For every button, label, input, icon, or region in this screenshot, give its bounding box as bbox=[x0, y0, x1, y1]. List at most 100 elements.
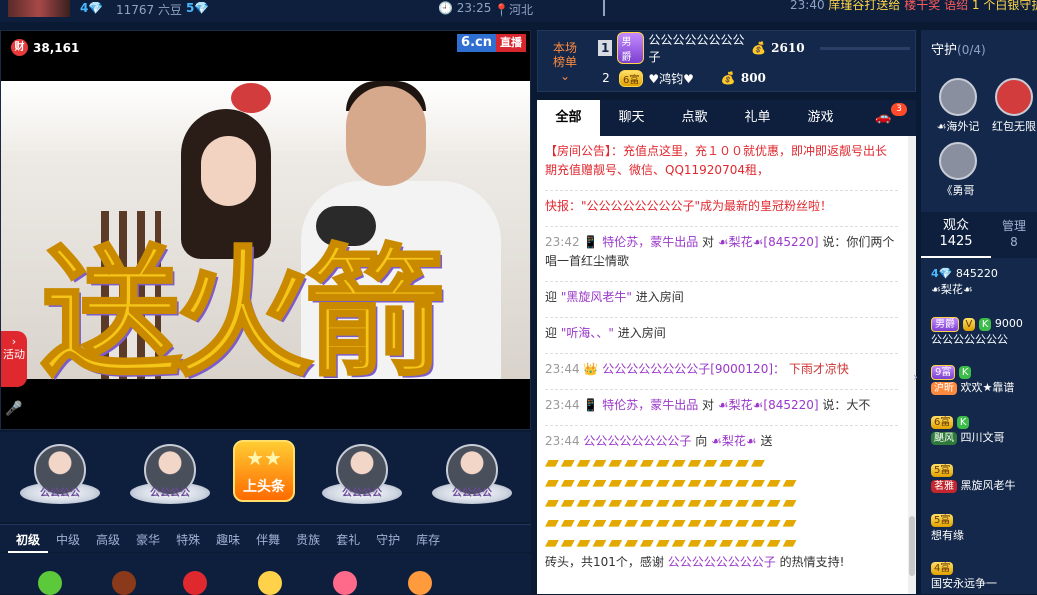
tab-manage[interactable]: 管理 8 bbox=[991, 212, 1037, 258]
audience-user[interactable]: 4💎 845220 ☙梨花☙ bbox=[931, 266, 1037, 298]
gift-item[interactable] bbox=[38, 571, 62, 595]
level-left: 4💎 bbox=[80, 1, 104, 15]
brand-logo: 6.cn 直播 bbox=[457, 34, 526, 52]
tab-guard[interactable]: 守护 bbox=[368, 525, 408, 553]
k-badge: K bbox=[958, 366, 972, 379]
gift-category-tabs: 初级 中级 高级 豪华 特殊 趣味 伴舞 贵族 套礼 守护 库存 bbox=[0, 524, 531, 553]
right-panel: 守护(0/4) ☙海外记 红包无限 《勇哥 观众 1425 管理 8 4💎 8452… bbox=[913, 30, 1037, 594]
k-badge: K bbox=[978, 318, 992, 331]
audience-user[interactable]: 6富 K 颶风 四川文哥 bbox=[931, 414, 1037, 446]
chat-panel: 全部 聊天 点歌 礼单 游戏 🚗 3 【房间公告】：充值点这里，充１００就优惠，… bbox=[537, 100, 916, 594]
ranking-label[interactable]: 本场 榜单 ⌄ bbox=[544, 41, 586, 83]
gift-avatar[interactable]: 公公公公 bbox=[424, 440, 520, 514]
chat-message: 23:42 📱 特伦苏，蒙牛出品 对 ☙梨花☙[845220] 说：你们两个唱一… bbox=[545, 226, 898, 271]
guard-user[interactable]: 红包无限 bbox=[987, 78, 1037, 134]
chat-user[interactable]: 公公公公公公公公子[9000120]： bbox=[602, 362, 785, 376]
tab-songs[interactable]: 点歌 bbox=[663, 100, 726, 136]
gift-items bbox=[0, 553, 531, 595]
chat-user[interactable]: 特伦苏，蒙牛出品 bbox=[602, 235, 698, 249]
microphone bbox=[316, 206, 376, 246]
chat-user[interactable]: ☙梨花☙[845220] bbox=[718, 398, 819, 412]
mic-icon[interactable]: 🎤 bbox=[5, 401, 23, 421]
video-player[interactable]: 财 38,161 6.cn 直播 送火箭 › 活动 🎤 bbox=[0, 30, 531, 430]
featured-gifts: 公公公公 公公公公 ★★ 上头条 公公公公 公公公公 bbox=[0, 432, 531, 522]
level-right: 5💎 bbox=[186, 1, 210, 15]
chat-message: 23:44 👑 公公公公公公公公子[9000120]： 下雨才凉快 bbox=[545, 353, 898, 379]
flash-message: 快报："公公公公公公公公子"成为最新的皇冠粉丝啦！ bbox=[545, 190, 898, 216]
tab-car[interactable]: 🚗 3 bbox=[852, 100, 915, 136]
room-ranking: 本场 榜单 ⌄ 1 男爵 公公公公公公公公子 💰 2610 2 6富 ♥鸿钧♥ 💰… bbox=[537, 30, 916, 92]
top-bar: 4💎 11767 六豆 5💎 🕘 23:25 📍河北 23:40 庠瑾谷打送给 … bbox=[0, 0, 1037, 22]
guard-title: 守护(0/4) bbox=[931, 43, 986, 58]
gift-item[interactable] bbox=[333, 571, 357, 595]
gift-avatar[interactable]: 公公公公 bbox=[12, 440, 108, 514]
tab-set[interactable]: 套礼 bbox=[328, 525, 368, 553]
audience-user[interactable]: 男爵 V K 9000 公公公公公公公 bbox=[931, 316, 1037, 348]
tab-gifts[interactable]: 礼单 bbox=[726, 100, 789, 136]
enter-message: 迎 "黑旋风老牛" 进入房间 bbox=[545, 281, 898, 307]
chat-scrollbar[interactable] bbox=[908, 136, 916, 594]
guard-user[interactable]: 《勇哥 bbox=[931, 142, 985, 198]
coin-icon: 💰 bbox=[751, 41, 767, 55]
chat-message: 23:44 📱 特伦苏，蒙牛出品 对 ☙梨花☙[845220] 说：大不 bbox=[545, 389, 898, 415]
chevron-down-icon: ⌄ bbox=[559, 69, 571, 83]
gift-message: 23:44 公公公公公公公公子 向 ☙梨花☙ 送 ▰▰▰▰▰▰▰▰▰▰▰▰▰▰ ▰… bbox=[545, 425, 898, 572]
tab-stock[interactable]: 库存 bbox=[408, 525, 448, 553]
star-icon: ★★ bbox=[246, 446, 282, 470]
tab-all[interactable]: 全部 bbox=[537, 100, 600, 136]
enter-message: 迎 "听海、、" 进入房间 bbox=[545, 317, 898, 343]
tab-dance[interactable]: 伴舞 bbox=[248, 525, 288, 553]
count-label: 11767 六豆 bbox=[116, 3, 182, 17]
gift-item[interactable] bbox=[258, 571, 282, 595]
v-badge: V bbox=[962, 318, 976, 331]
rank-row[interactable]: 1 男爵 公公公公公公公公子 💰 2610 bbox=[598, 32, 910, 64]
guard-user[interactable]: ☙海外记 bbox=[931, 78, 985, 134]
wealth-counter: 财 38,161 bbox=[11, 39, 79, 56]
tab-basic[interactable]: 初级 bbox=[8, 525, 49, 553]
phone-icon: 📱 bbox=[583, 398, 599, 412]
gift-avatar[interactable]: 公公公公 bbox=[122, 440, 218, 514]
activity-tab[interactable]: › 活动 bbox=[1, 331, 27, 387]
tab-chat[interactable]: 聊天 bbox=[600, 100, 663, 136]
host-avatar[interactable] bbox=[8, 0, 70, 17]
gift-item[interactable] bbox=[183, 571, 207, 595]
clock: 🕘 23:25 bbox=[438, 1, 492, 15]
tab-special[interactable]: 特殊 bbox=[168, 525, 208, 553]
tab-games[interactable]: 游戏 bbox=[789, 100, 852, 136]
audience-user[interactable]: 9富 K 沪昕 欢欢★靠谱 bbox=[931, 364, 1037, 396]
audience-user[interactable]: 5富 想有缘 bbox=[931, 512, 1037, 544]
gift-item[interactable] bbox=[408, 571, 432, 595]
video-frame bbox=[1, 81, 530, 379]
chat-messages: 【房间公告】：充值点这里，充１００就优惠，即冲即返靓号出长期充值赠靓号、微信、Q… bbox=[537, 136, 908, 594]
headline-button[interactable]: ★★ 上头条 bbox=[233, 440, 295, 502]
audience-user[interactable]: 4富 国安永远争一 bbox=[931, 560, 1037, 592]
chevron-right-icon: › bbox=[11, 335, 17, 348]
tab-noble[interactable]: 贵族 bbox=[288, 525, 328, 553]
tab-audience[interactable]: 观众 1425 bbox=[921, 212, 991, 258]
wealth-icon: 财 bbox=[11, 39, 28, 56]
tab-fun[interactable]: 趣味 bbox=[208, 525, 248, 553]
car-icon: 🚗 bbox=[875, 110, 892, 125]
gift-item[interactable] bbox=[112, 571, 136, 595]
collapse-icon[interactable]: › bbox=[913, 370, 918, 384]
chat-user[interactable]: ☙梨花☙ bbox=[711, 434, 757, 448]
tab-high[interactable]: 高级 bbox=[88, 525, 128, 553]
crown-icon: 👑 bbox=[583, 362, 599, 376]
chat-user[interactable]: 公公公公公公公公子 bbox=[583, 434, 691, 448]
k-badge: K bbox=[956, 416, 970, 429]
marquee: 23:40 庠瑾谷打送给 楼干奖 语绍 1 个白银守护 bbox=[790, 0, 1037, 12]
gift-avatar[interactable]: 公公公公 bbox=[314, 440, 410, 514]
brick-icons: ▰▰▰▰▰▰▰▰▰▰▰▰▰▰ ▰▰▰▰▰▰▰▰▰▰▰▰▰▰▰▰ ▰▰▰▰▰▰▰▰▰▰… bbox=[545, 452, 799, 553]
rank-row[interactable]: 2 6富 ♥鸿钧♥ 💰 800 bbox=[598, 65, 910, 91]
tab-luxury[interactable]: 豪华 bbox=[128, 525, 168, 553]
car-count-badge: 3 bbox=[891, 103, 907, 116]
notice-message: 【房间公告】：充值点这里，充１００就优惠，即冲即返靓号出长期充值赠靓号、微信、Q… bbox=[545, 144, 888, 177]
location: 📍河北 bbox=[494, 3, 533, 17]
coin-icon: 💰 bbox=[720, 71, 736, 85]
tab-mid[interactable]: 中级 bbox=[48, 525, 88, 553]
audience-user[interactable]: 5富 茗雅 黑旋风老牛 bbox=[931, 462, 1037, 494]
chat-tabs: 全部 聊天 点歌 礼单 游戏 🚗 3 bbox=[537, 100, 916, 136]
phone-icon: 📱 bbox=[583, 235, 599, 249]
chat-user[interactable]: ☙梨花☙[845220] bbox=[718, 235, 819, 249]
chat-user[interactable]: 特伦苏，蒙牛出品 bbox=[602, 398, 698, 412]
